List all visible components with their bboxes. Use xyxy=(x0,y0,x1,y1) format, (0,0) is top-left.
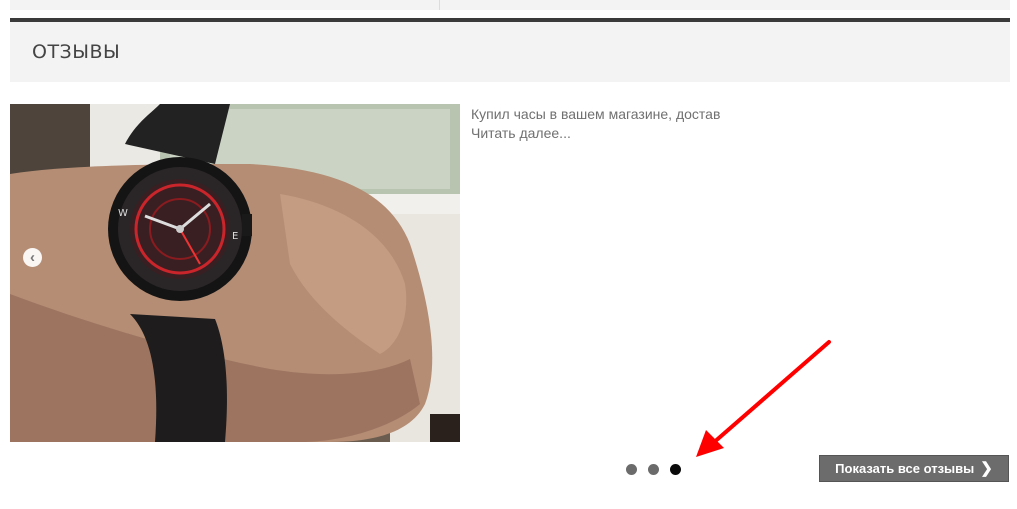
annotation-arrow-icon xyxy=(696,340,831,457)
